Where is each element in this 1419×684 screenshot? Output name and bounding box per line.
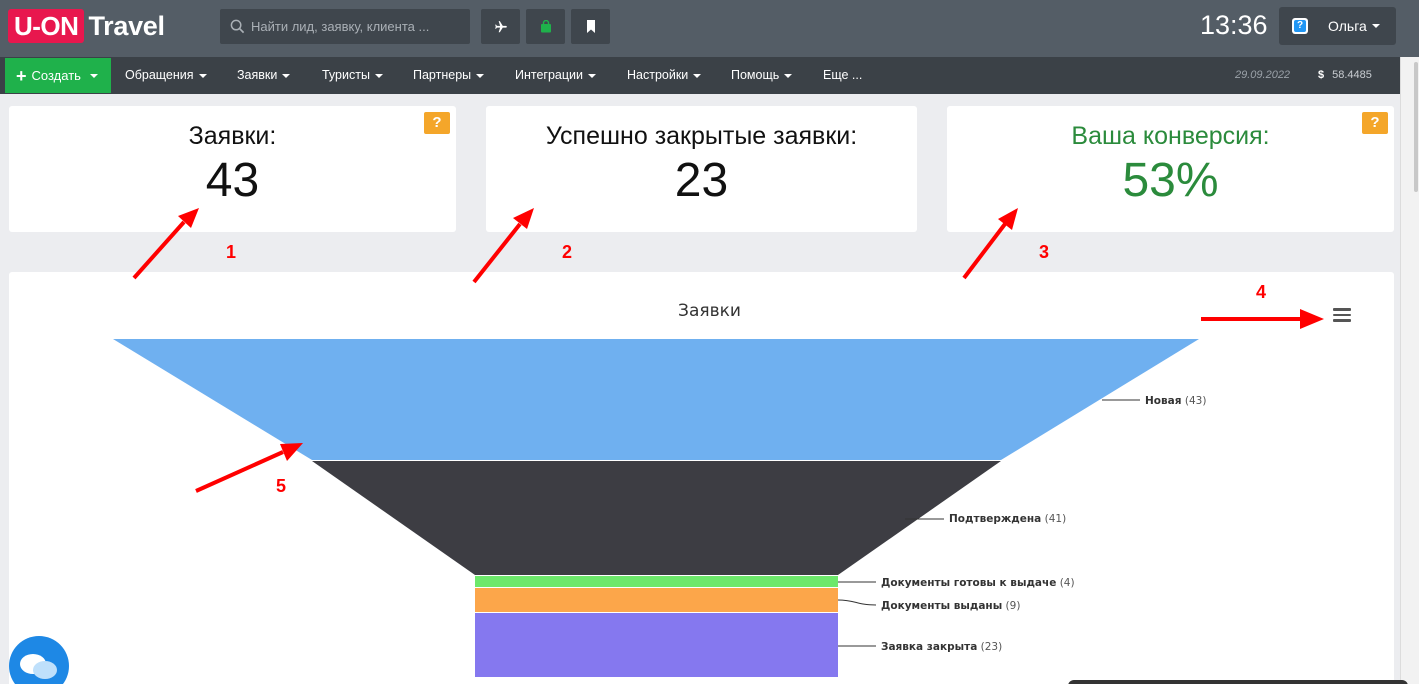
bottom-panel — [1068, 680, 1408, 684]
annotation-arrow — [472, 222, 522, 284]
funnel-segment-new[interactable] — [113, 339, 1199, 460]
funnel-segment-confirmed[interactable] — [312, 461, 1001, 575]
chat-icon — [20, 654, 57, 679]
funnel-label-docs-ready: Документы готовы к выдаче (4) — [881, 577, 1075, 589]
annotation-arrow — [132, 220, 186, 280]
funnel-label-closed: Заявка закрыта (23) — [881, 641, 1003, 653]
annotation-number: 4 — [1256, 282, 1267, 302]
annotation-arrow — [962, 222, 1007, 280]
funnel-label-confirmed: Подтверждена (41) — [949, 513, 1067, 525]
annotation-arrow — [195, 450, 284, 493]
annotation-number: 1 — [226, 242, 237, 262]
annotation-number: 3 — [1039, 242, 1050, 262]
annotation-number: 2 — [562, 242, 573, 262]
funnel-segment-closed[interactable] — [475, 613, 838, 677]
funnel-segment-docs-ready[interactable] — [475, 576, 838, 587]
annotation-number: 5 — [276, 476, 287, 496]
funnel-label-new: Новая (43) — [1145, 395, 1207, 407]
connector-line — [837, 599, 877, 606]
funnel-segment-docs-issued[interactable] — [475, 588, 838, 612]
annotation-arrowhead — [1300, 309, 1324, 329]
chat-button[interactable] — [9, 636, 69, 684]
funnel-label-docs-issued: Документы выданы (9) — [881, 600, 1021, 612]
funnel-chart — [113, 208, 1324, 677]
